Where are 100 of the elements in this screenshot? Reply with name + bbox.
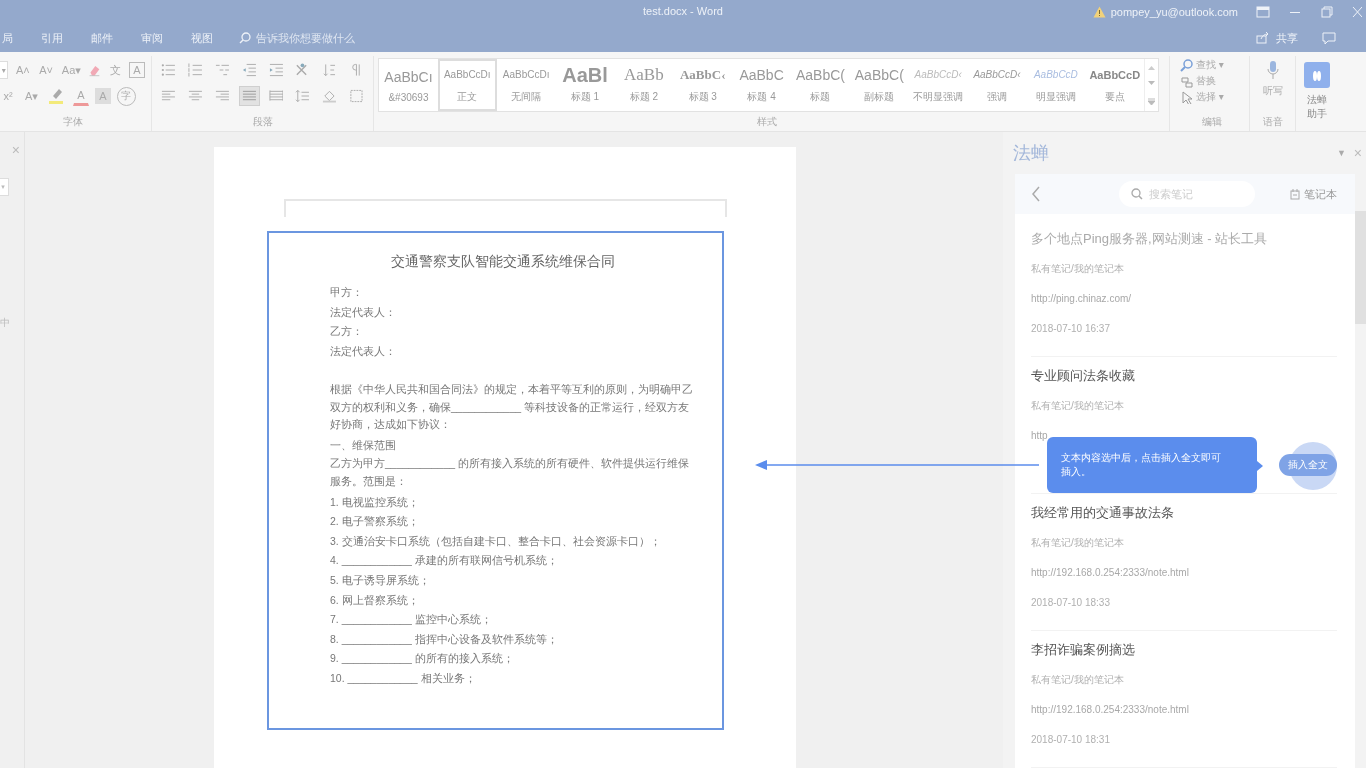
text-line: 9. ____________ 的所有的接入系统；: [330, 651, 515, 667]
sort-icon: [322, 62, 338, 78]
note-date: 2018-07-10 16:37: [1031, 322, 1111, 336]
note-url[interactable]: http://192.168.0.254:2333/note.html: [1031, 558, 1337, 588]
up-icon[interactable]: [1148, 64, 1156, 70]
down-icon[interactable]: [1148, 81, 1156, 87]
text-line: 8. ____________ 指挥中心设备及软件系统等；: [330, 631, 559, 647]
search-icon: [1131, 188, 1143, 200]
microphone-icon: [1265, 60, 1280, 82]
select-icon: [1180, 90, 1193, 104]
scrollbar-thumb[interactable]: [1355, 211, 1366, 324]
paragraph: 根据《中华人民共和国合同法》的规定，本着平等互利的原则，为明确甲乙双方的权利和义务，确保____________ 等科技设备的正常运行，经双方友好协商，达成如下协议：: [330, 381, 694, 433]
text-line: 1. 电视监控系统；: [330, 494, 420, 510]
ribbon-button[interactable]: x²: [0, 86, 16, 106]
style-item[interactable]: AaBbC‹ 标题 3: [673, 59, 733, 111]
distribute-icon: [268, 88, 284, 104]
note-path: 私有笔记/我的笔记本: [1031, 673, 1125, 687]
tell-me-field[interactable]: 告诉我你想要做什么: [239, 30, 355, 46]
account-email[interactable]: pompey_yu@outlook.com: [1110, 6, 1238, 18]
section-heading: 一、维保范围: [330, 437, 397, 453]
style-item[interactable]: AaBbCcD 明显强调: [1026, 59, 1086, 111]
ribbon-button[interactable]: 文: [107, 60, 123, 80]
cicada-icon: [1311, 68, 1323, 82]
style-item[interactable]: AaBbCcD 要点: [1085, 59, 1145, 111]
text-line: 7. ____________ 监控中心系统；: [330, 612, 493, 628]
comment-icon[interactable]: [1322, 31, 1336, 45]
group-label: 字体: [61, 115, 84, 129]
style-item[interactable]: AaBbCcDı 正文: [437, 59, 497, 111]
restore-icon[interactable]: [1320, 6, 1334, 18]
style-item[interactable]: AaBbCcDı 无间隔: [496, 59, 556, 111]
insert-button[interactable]: 插入全文: [1279, 454, 1337, 476]
ribbon-button[interactable]: A▾: [22, 86, 41, 106]
group-label: 编辑: [1200, 115, 1223, 129]
note-path: 私有笔记/我的笔记本: [1031, 262, 1125, 276]
panel-title: 法蝉: [1013, 142, 1049, 165]
text-line: 10. ____________ 相关业务；: [330, 670, 477, 686]
share-button[interactable]: 共享: [1274, 30, 1300, 46]
outdent-icon: [241, 62, 257, 78]
tooltip: 文本内容选中后，点击插入全文即可插入。: [1047, 437, 1257, 493]
close-icon[interactable]: [1352, 6, 1362, 18]
note-title[interactable]: 我经常用的交通事故法条: [1031, 498, 1337, 528]
document-title: 交通警察支队智能交通系统维保合同: [390, 253, 616, 271]
style-item[interactable]: AaBbC 标题 4: [732, 59, 791, 111]
style-item[interactable]: AaBbCcD‹ 强调: [967, 59, 1027, 111]
gallery-scroll[interactable]: [1144, 59, 1158, 111]
font-size-dropdown[interactable]: ▾: [0, 61, 9, 79]
note-url[interactable]: http://ping.chinaz.com/: [1031, 284, 1337, 314]
addin-button[interactable]: 法蝉 助手: [1296, 56, 1338, 121]
select-button[interactable]: 选择 ▾: [1180, 90, 1243, 104]
bullets-icon: [161, 62, 176, 78]
note-path: 私有笔记/我的笔记本: [1031, 399, 1125, 413]
share-icon[interactable]: [1256, 32, 1270, 44]
note-url[interactable]: http://192.168.0.254:2333/note.html: [1031, 695, 1337, 725]
group-label: 语音: [1261, 115, 1284, 129]
ribbon-button[interactable]: A: [129, 62, 145, 78]
style-item[interactable]: AaBbCcD‹ 不明显强调: [908, 59, 968, 111]
text-line: 5. 电子诱导屏系统；: [330, 572, 431, 588]
text-line: 2. 电子警察系统；: [330, 514, 420, 530]
replace-icon: [1180, 74, 1193, 88]
paragraph: 乙方为甲方____________ 的所有接入系统的所有硬件、软件提供运行维保服务。范围是：: [330, 456, 690, 489]
text-line: 4. ____________ 承建的所有联网信号机系统；: [330, 553, 559, 569]
note-path: 私有笔记/我的笔记本: [1031, 536, 1125, 550]
font-color-button[interactable]: A: [72, 86, 89, 106]
close-button[interactable]: ×: [1353, 145, 1362, 161]
ribbon-display-icon[interactable]: [1256, 6, 1270, 18]
note-title[interactable]: 多个地点Ping服务器,网站测速 - 站长工具: [1031, 224, 1337, 254]
text-line: 乙方：: [330, 324, 364, 340]
justify-button[interactable]: [238, 86, 260, 106]
replace-button[interactable]: 替换: [1180, 74, 1243, 88]
ribbon-button[interactable]: A˅: [37, 60, 55, 80]
more-icon[interactable]: [1148, 98, 1156, 106]
dropdown-button[interactable]: ▼: [1336, 148, 1346, 158]
menu-tab[interactable]: 审阅: [139, 30, 165, 46]
find-button[interactable]: 查找 ▾: [1180, 58, 1243, 72]
style-item[interactable]: AaBb 标题 2: [614, 59, 674, 111]
window-title: test.docx - Word: [643, 5, 723, 17]
ribbon-button[interactable]: A˄: [14, 60, 32, 80]
shading-icon: [322, 88, 338, 104]
notebook-icon: [1290, 188, 1300, 200]
indent-icon: [268, 62, 284, 78]
multilevel-icon: [214, 62, 230, 78]
search-icon: [239, 32, 251, 44]
note-title[interactable]: 李招诈骗案例摘选: [1031, 635, 1337, 665]
note-title[interactable]: 专业顾问法条收藏: [1031, 361, 1337, 391]
group-label: 样式: [755, 115, 778, 129]
style-item[interactable]: AaBbC( 标题: [791, 59, 850, 111]
style-item[interactable]: AaBl 标题 1: [555, 59, 615, 111]
menu-tab[interactable]: 视图: [189, 30, 215, 46]
style-item[interactable]: AaBbC( 副标题: [849, 59, 909, 111]
close-button[interactable]: ×: [11, 142, 20, 158]
menu-tab[interactable]: 引用: [39, 30, 65, 46]
warning-icon[interactable]: [1092, 6, 1106, 18]
menu-tab[interactable]: 局: [0, 30, 15, 46]
ribbon-button[interactable]: Aa▾: [60, 60, 83, 80]
menu-tab[interactable]: 邮件: [89, 30, 115, 46]
back-icon[interactable]: [1031, 186, 1041, 202]
note-date: 2018-07-10 18:31: [1031, 733, 1111, 747]
text-line: 甲方：: [330, 285, 364, 300]
style-item[interactable]: AaBbCı &#30693: [379, 59, 438, 111]
notebook-button[interactable]: 笔记本: [1290, 186, 1337, 202]
